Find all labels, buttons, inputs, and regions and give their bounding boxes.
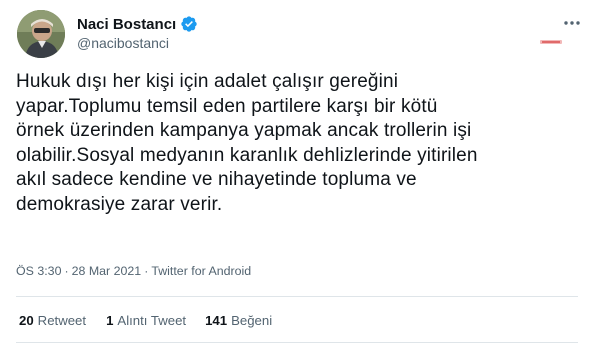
tweet-meta: ÖS 3:30 · 28 Mar 2021 · Twitter for Andr…: [16, 264, 251, 278]
more-options-icon[interactable]: [562, 16, 582, 30]
retweets-label: Retweet: [37, 313, 87, 328]
tweet-date[interactable]: 28 Mar 2021: [72, 264, 142, 278]
divider: [16, 342, 578, 343]
divider: [16, 296, 578, 297]
verified-badge-icon: [180, 15, 198, 33]
tweet-stats: 20 Retweet 1 Alıntı Tweet 141 Beğeni: [19, 313, 272, 328]
tweet-line: akıl sadece kendine ve nihayetinde toplu…: [16, 169, 417, 191]
author-handle[interactable]: @nacibostanci: [77, 35, 169, 51]
tweet-line: demokrasiye zarar verir.: [16, 193, 223, 215]
likes-label: Beğeni: [231, 313, 273, 328]
tweet-time[interactable]: ÖS 3:30: [16, 264, 61, 278]
quotes-label: Alıntı Tweet: [117, 313, 187, 328]
tweet-source[interactable]: Twitter for Android: [151, 264, 251, 278]
retweets-count: 20: [19, 313, 34, 328]
watermark-logo: [540, 38, 562, 46]
author-name-row: Naci Bostancı: [77, 14, 198, 34]
retweets-stat[interactable]: 20 Retweet: [19, 313, 86, 328]
quotes-stat[interactable]: 1 Alıntı Tweet: [106, 313, 186, 328]
meta-separator: ·: [144, 264, 149, 278]
likes-stat[interactable]: 141 Beğeni: [205, 313, 272, 328]
quotes-count: 1: [106, 313, 114, 328]
likes-count: 141: [205, 313, 228, 328]
tweet-text: Hukuk dışı her kişi için adalet çalışır …: [16, 70, 536, 218]
avatar-photo: [17, 10, 65, 58]
tweet-line: yapar.Toplumu temsil eden partilere karş…: [16, 95, 438, 117]
avatar[interactable]: [17, 10, 65, 58]
tweet-card: Naci Bostancı @nacibostanci Hukuk dışı h…: [0, 0, 594, 351]
tweet-line: Hukuk dışı her kişi için adalet çalışır …: [16, 71, 399, 92]
meta-separator: ·: [64, 264, 69, 278]
display-name[interactable]: Naci Bostancı: [77, 16, 176, 33]
tweet-line: örnek üzerinden kampanya yapmak ancak tr…: [16, 120, 472, 142]
tweet-line: olabilir.Sosyal medyanın karanlık dehliz…: [16, 144, 478, 166]
